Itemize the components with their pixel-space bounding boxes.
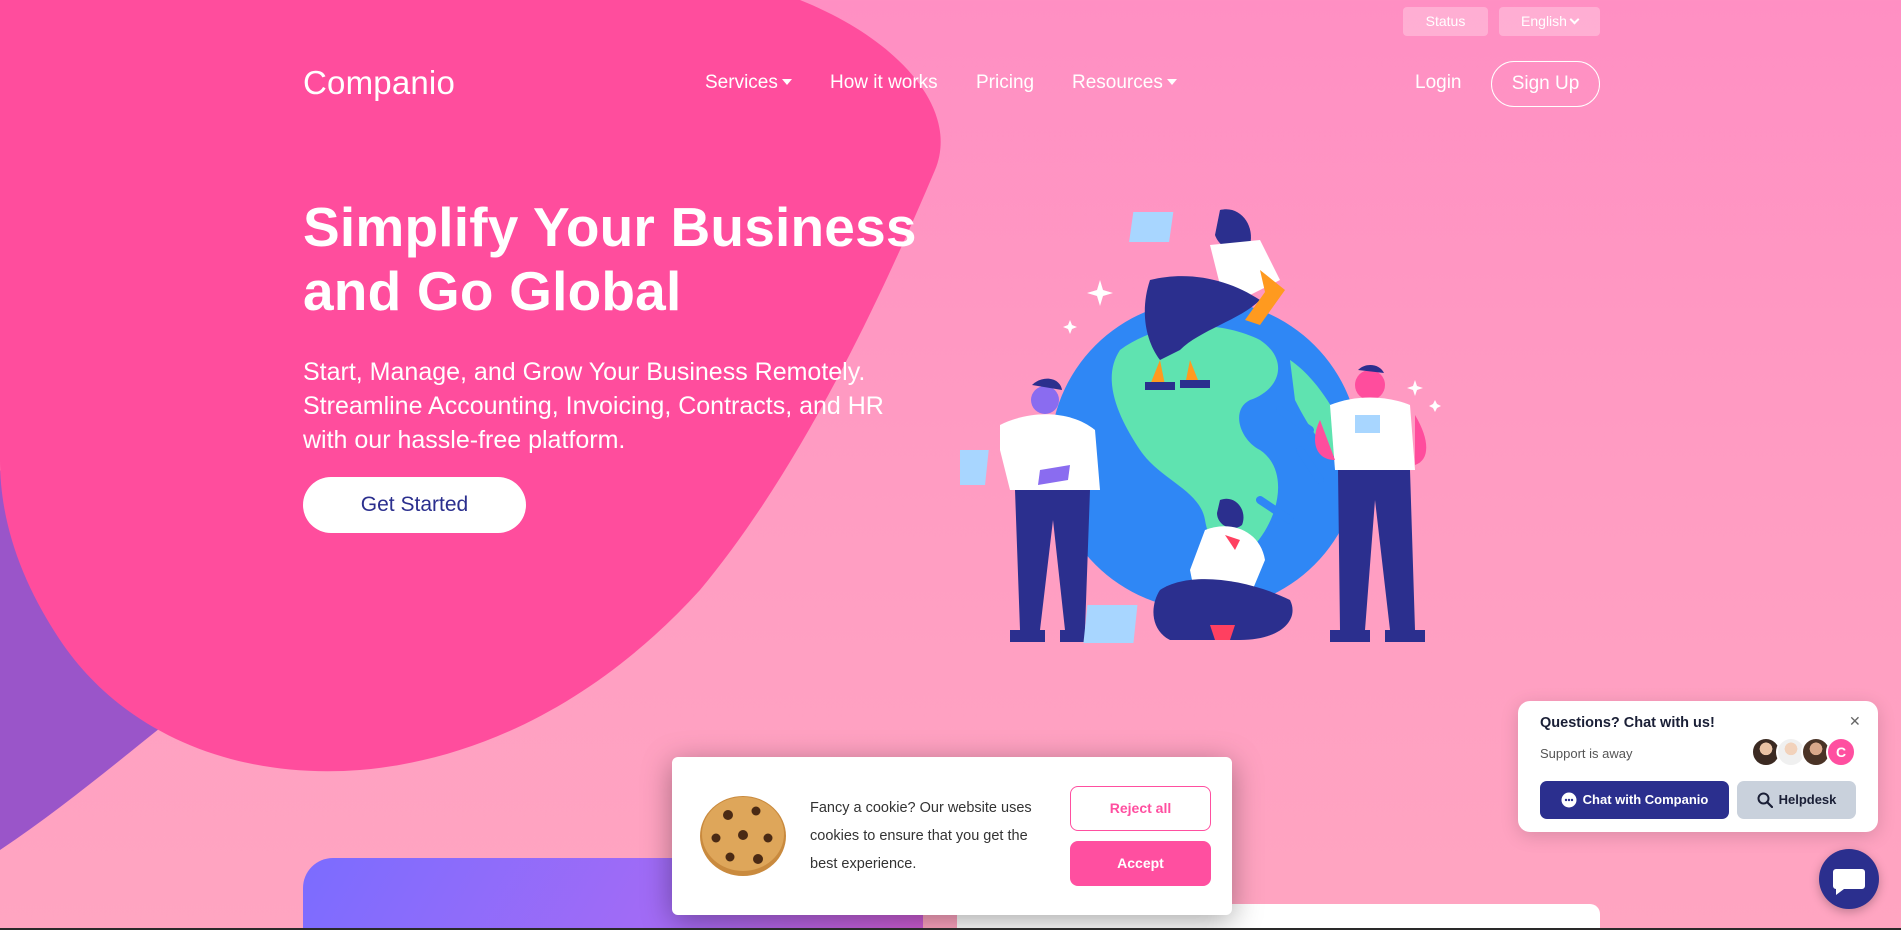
caret-down-icon — [1166, 79, 1177, 85]
nav-how-it-works[interactable]: How it works — [830, 72, 938, 94]
cookie-message-line2: cookies to ensure that you get the — [810, 828, 1028, 844]
logo[interactable]: Companio — [303, 64, 455, 102]
helpdesk-label: Helpdesk — [1778, 792, 1837, 807]
cookie-banner: Fancy a cookie? Our website uses cookies… — [672, 757, 1232, 915]
close-icon[interactable]: ✕ — [1849, 713, 1861, 730]
accept-button[interactable]: Accept — [1070, 841, 1211, 886]
hero-subtitle-line3: with our hassle-free platform. — [303, 426, 626, 454]
hero-title-line2: and Go Global — [303, 260, 682, 322]
nav-services-label: Services — [705, 72, 778, 93]
chat-launcher-button[interactable] — [1819, 849, 1879, 909]
get-started-button[interactable]: Get Started — [303, 477, 526, 533]
hero-subtitle: Start, Manage, and Grow Your Business Re… — [303, 355, 943, 457]
support-avatars: C — [1751, 737, 1861, 769]
search-icon — [1757, 792, 1773, 808]
chat-title: Questions? Chat with us! — [1540, 715, 1715, 731]
hero-subtitle-line2: Streamline Accounting, Invoicing, Contra… — [303, 392, 884, 420]
chat-icon — [1833, 869, 1865, 895]
chat-widget: Questions? Chat with us! ✕ Support is aw… — [1518, 701, 1878, 832]
chevron-down-icon — [1569, 14, 1580, 25]
chat-with-companio-button[interactable]: Chat with Companio — [1540, 781, 1729, 819]
nav-pricing[interactable]: Pricing — [976, 72, 1034, 94]
avatar: C — [1826, 737, 1856, 767]
cookie-message: Fancy a cookie? Our website uses cookies… — [810, 794, 1050, 878]
helpdesk-button[interactable]: Helpdesk — [1737, 781, 1856, 819]
status-button[interactable]: Status — [1403, 7, 1488, 36]
signup-button[interactable]: Sign Up — [1491, 61, 1600, 107]
cookie-message-line1: Fancy a cookie? Our website uses — [810, 800, 1032, 816]
hero-subtitle-line1: Start, Manage, and Grow Your Business Re… — [303, 358, 866, 386]
hero-illustration — [960, 209, 1441, 643]
cookie-icon — [700, 796, 786, 876]
hero-title-line1: Simplify Your Business — [303, 196, 917, 258]
cookie-message-line3: best experience. — [810, 856, 917, 872]
language-selector[interactable]: English — [1499, 7, 1600, 36]
caret-down-icon — [781, 79, 792, 85]
chat-bubble-icon — [1561, 792, 1577, 808]
nav-resources[interactable]: Resources — [1072, 72, 1177, 94]
login-link[interactable]: Login — [1415, 72, 1462, 94]
language-label: English — [1521, 13, 1567, 29]
nav-services[interactable]: Services — [705, 72, 792, 94]
chat-status: Support is away — [1540, 746, 1633, 761]
hero-title: Simplify Your Business and Go Global — [303, 195, 963, 323]
reject-all-button[interactable]: Reject all — [1070, 786, 1211, 831]
nav-resources-label: Resources — [1072, 72, 1163, 93]
chat-button-label: Chat with Companio — [1582, 792, 1709, 807]
